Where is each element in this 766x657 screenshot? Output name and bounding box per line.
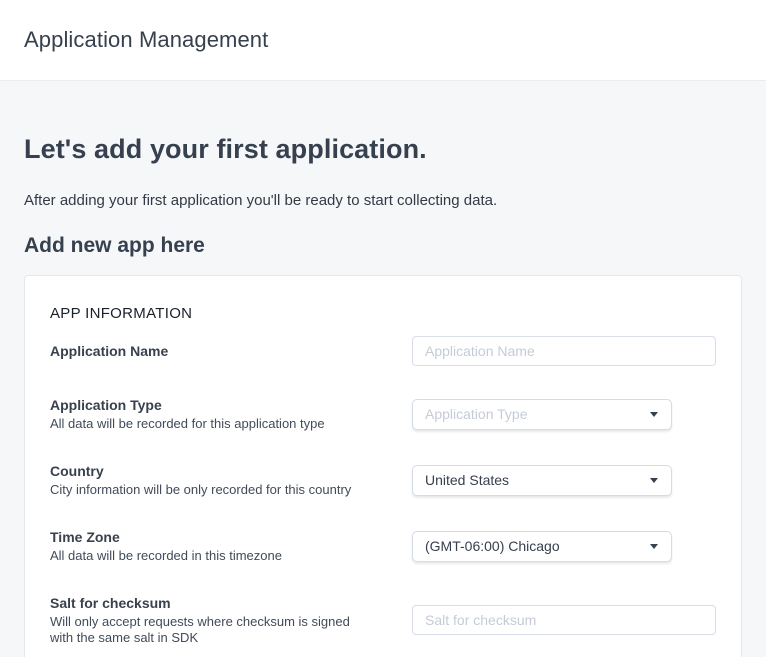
page-title: Application Management	[24, 27, 268, 53]
form-row-salt-for-checksum: Salt for checksum Will only accept reque…	[50, 594, 716, 646]
main-content: Let's add your first application. After …	[0, 133, 766, 657]
field-label-salt-for-checksum: Salt for checksum	[50, 594, 392, 612]
time-zone-select-value: (GMT-06:00) Chicago	[425, 538, 560, 554]
field-control-country: United States	[412, 465, 716, 496]
field-hint-country: City information will be only recorded f…	[50, 482, 368, 498]
field-info-application-name: Application Name	[50, 342, 412, 360]
field-info-country: Country City information will be only re…	[50, 462, 412, 498]
application-name-input[interactable]	[412, 336, 716, 366]
application-type-select[interactable]: Application Type	[412, 399, 672, 430]
field-hint-salt-for-checksum: Will only accept requests where checksum…	[50, 614, 368, 646]
field-control-time-zone: (GMT-06:00) Chicago	[412, 531, 716, 562]
salt-for-checksum-input[interactable]	[412, 605, 716, 635]
hero-title: Let's add your first application.	[24, 133, 742, 166]
app-information-card: APP INFORMATION Application Name Applica…	[24, 275, 742, 657]
form-row-application-name: Application Name	[50, 336, 716, 366]
hero-subtitle: After adding your first application you'…	[24, 191, 742, 211]
field-hint-time-zone: All data will be recorded in this timezo…	[50, 548, 368, 564]
field-control-application-type: Application Type	[412, 399, 716, 430]
field-hint-application-type: All data will be recorded for this appli…	[50, 416, 368, 432]
time-zone-select[interactable]: (GMT-06:00) Chicago	[412, 531, 672, 562]
field-info-salt-for-checksum: Salt for checksum Will only accept reque…	[50, 594, 412, 646]
field-label-application-name: Application Name	[50, 342, 392, 360]
chevron-down-icon	[650, 478, 658, 483]
field-info-time-zone: Time Zone All data will be recorded in t…	[50, 528, 412, 564]
chevron-down-icon	[650, 544, 658, 549]
card-section-title: APP INFORMATION	[50, 304, 716, 324]
field-label-time-zone: Time Zone	[50, 528, 392, 546]
field-label-application-type: Application Type	[50, 396, 392, 414]
field-label-country: Country	[50, 462, 392, 480]
form-row-country: Country City information will be only re…	[50, 462, 716, 498]
form-row-application-type: Application Type All data will be record…	[50, 396, 716, 432]
field-control-salt-for-checksum	[412, 605, 716, 635]
field-info-application-type: Application Type All data will be record…	[50, 396, 412, 432]
chevron-down-icon	[650, 412, 658, 417]
country-select-value: United States	[425, 472, 509, 488]
form-row-time-zone: Time Zone All data will be recorded in t…	[50, 528, 716, 564]
add-app-section-heading: Add new app here	[24, 233, 742, 259]
country-select[interactable]: United States	[412, 465, 672, 496]
field-control-application-name	[412, 336, 716, 366]
app-header: Application Management	[0, 0, 766, 81]
application-type-select-value: Application Type	[425, 406, 527, 422]
